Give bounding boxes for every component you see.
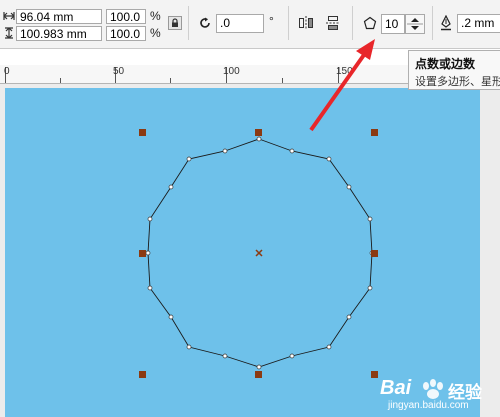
- watermark-url: jingyan.baidu.com: [388, 400, 469, 411]
- paw-logo-icon: [423, 379, 443, 399]
- red-arrow-annotation: [309, 50, 368, 132]
- red-arrow-head: [356, 39, 375, 60]
- sides-tooltip: 点数或边数 设置多边形、星形: [408, 50, 500, 90]
- tooltip-title: 点数或边数: [415, 57, 476, 71]
- baidu-watermark: Bai 经验 jingyan.baidu.com: [378, 373, 496, 413]
- tooltip-description: 设置多边形、星形: [415, 76, 500, 88]
- center-x-icon: [255, 249, 263, 257]
- watermark-brand: Bai: [380, 377, 412, 399]
